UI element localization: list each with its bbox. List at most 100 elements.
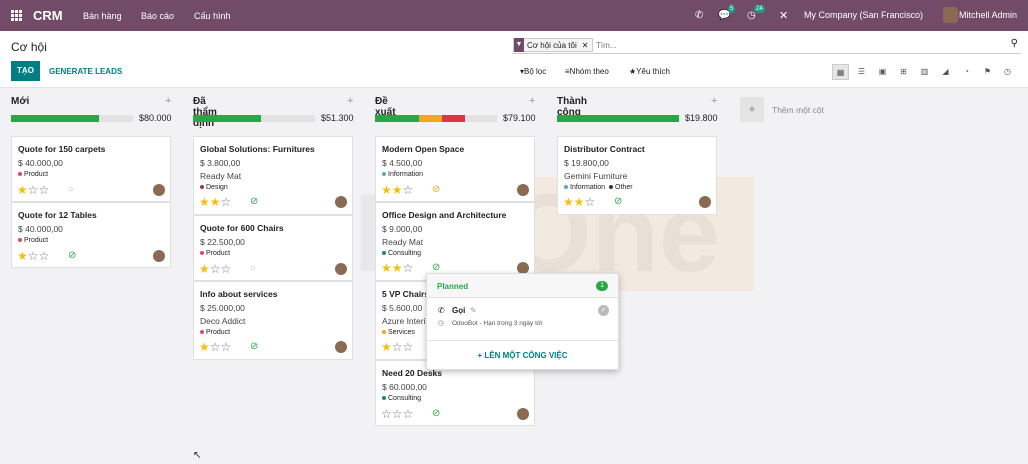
star-icon[interactable]: ☆ — [221, 195, 232, 209]
pivot-view-icon[interactable]: ⊞ — [895, 64, 912, 80]
activity-status-icon[interactable]: ⊘ — [250, 342, 258, 352]
phone-icon[interactable]: ✆ — [695, 10, 703, 21]
generate-leads-button[interactable]: GENERATE LEADS — [49, 67, 122, 76]
progress-segment[interactable] — [418, 115, 443, 122]
star-icon[interactable]: ☆ — [403, 340, 414, 354]
favorites-menu[interactable]: ★Yêu thích — [629, 67, 670, 76]
filter-menu[interactable]: ▾Bộ lọc — [520, 67, 546, 76]
priority-stars[interactable]: ★☆☆ — [17, 250, 49, 262]
progress-segment[interactable] — [375, 115, 419, 122]
column-add-icon[interactable]: + — [347, 95, 353, 107]
star-icon[interactable]: ☆ — [210, 340, 221, 354]
star-icon[interactable]: ☆ — [403, 407, 414, 421]
star-icon[interactable]: ★ — [381, 261, 392, 275]
opportunity-card[interactable]: Info about services $ 25.000,00 Deco Addic… — [193, 281, 353, 360]
app-menu-icon[interactable] — [11, 10, 22, 21]
dashboard-view-icon[interactable]: ◔ — [958, 64, 975, 80]
star-icon[interactable]: ☆ — [221, 262, 232, 276]
star-icon[interactable]: ☆ — [39, 249, 50, 263]
star-icon[interactable]: ☆ — [39, 183, 50, 197]
star-icon[interactable]: ☆ — [403, 183, 414, 197]
kanban-view-icon[interactable]: ▦ — [832, 64, 849, 80]
activity-status-icon[interactable]: ⊘ — [68, 251, 76, 261]
star-icon[interactable]: ★ — [392, 183, 403, 197]
progress-segment[interactable] — [193, 115, 262, 122]
column-add-icon[interactable]: + — [165, 95, 171, 107]
opportunity-card[interactable]: Global Solutions: Furnitures $ 3.800,00 Re… — [193, 136, 353, 215]
priority-stars[interactable]: ★★☆ — [381, 184, 413, 196]
activity-status-icon[interactable]: ⊘ — [250, 197, 258, 207]
priority-stars[interactable]: ★☆☆ — [199, 341, 231, 353]
star-icon[interactable]: ☆ — [28, 249, 39, 263]
activity-status-icon[interactable]: ○ — [68, 185, 74, 195]
add-column-button[interactable]: + — [740, 97, 764, 122]
priority-stars[interactable]: ★★☆ — [199, 196, 231, 208]
star-icon[interactable]: ☆ — [585, 195, 596, 209]
star-icon[interactable]: ★ — [210, 195, 221, 209]
menu-sales[interactable]: Bán hàng — [83, 11, 122, 21]
star-icon[interactable]: ★ — [574, 195, 585, 209]
mark-done-check-icon[interactable]: ✓ — [598, 305, 609, 316]
opportunity-card[interactable]: Modern Open Space $ 4.500,00 Information ★★… — [375, 136, 535, 202]
schedule-activity-button[interactable]: + LÊN MỘT CÔNG VIỆC — [427, 340, 618, 370]
create-button[interactable]: TẠO — [11, 61, 40, 81]
user-menu[interactable]: Mitchell Admin — [959, 10, 1017, 20]
graph-view-icon[interactable]: ▥ — [916, 64, 933, 80]
star-icon[interactable]: ☆ — [392, 340, 403, 354]
activity-status-icon[interactable]: ○ — [250, 264, 256, 274]
activity-status-icon[interactable]: ⊘ — [432, 263, 440, 273]
star-icon[interactable]: ★ — [563, 195, 574, 209]
progress-segment[interactable] — [442, 115, 466, 122]
opportunity-card[interactable]: Distributor Contract $ 19.800,00 Gemini Fu… — [557, 136, 717, 215]
company-switcher[interactable]: My Company (San Francisco) — [804, 10, 923, 20]
priority-stars[interactable]: ★☆☆ — [381, 341, 413, 353]
facet-remove-icon[interactable]: ✕ — [582, 41, 589, 50]
priority-stars[interactable]: ★★☆ — [563, 196, 595, 208]
star-icon[interactable]: ★ — [17, 183, 28, 197]
progress-segment[interactable] — [557, 115, 679, 122]
column-progress-bar[interactable] — [193, 115, 315, 122]
opportunity-card[interactable]: Quote for 12 Tables $ 40.000,00 Product ★☆☆… — [11, 202, 171, 268]
menu-reports[interactable]: Báo cáo — [141, 11, 174, 21]
star-icon[interactable]: ★ — [199, 195, 210, 209]
progress-segment[interactable] — [11, 115, 99, 122]
priority-stars[interactable]: ☆☆☆ — [381, 408, 413, 420]
activity-summary[interactable]: Gọi — [452, 306, 465, 315]
cohort-view-icon[interactable]: ◢ — [937, 64, 954, 80]
column-progress-bar[interactable] — [557, 115, 679, 122]
activity-view-icon[interactable]: ◷ — [999, 64, 1016, 80]
map-view-icon[interactable]: ⚑ — [979, 64, 996, 80]
calendar-view-icon[interactable]: ▣ — [874, 64, 891, 80]
menu-config[interactable]: Cấu hình — [194, 11, 231, 21]
priority-stars[interactable]: ★☆☆ — [17, 184, 49, 196]
column-progress-bar[interactable] — [11, 115, 133, 122]
star-icon[interactable]: ★ — [199, 340, 210, 354]
star-icon[interactable]: ☆ — [221, 340, 232, 354]
star-icon[interactable]: ★ — [392, 261, 403, 275]
priority-stars[interactable]: ★☆☆ — [199, 263, 231, 275]
star-icon[interactable]: ☆ — [403, 261, 414, 275]
opportunity-card[interactable]: Quote for 150 carpets $ 40.000,00 Product ★… — [11, 136, 171, 202]
search-input[interactable] — [596, 39, 996, 51]
groupby-menu[interactable]: ≡Nhóm theo — [565, 67, 609, 76]
list-view-icon[interactable]: ☰ — [853, 64, 870, 80]
star-icon[interactable]: ★ — [17, 249, 28, 263]
edit-pencil-icon[interactable]: ✎ — [470, 306, 477, 315]
opportunity-card[interactable]: Quote for 600 Chairs $ 22.500,00 Product ★☆… — [193, 215, 353, 281]
star-icon[interactable]: ★ — [199, 262, 210, 276]
activity-status-icon[interactable]: ⊘ — [432, 185, 440, 195]
star-icon[interactable]: ☆ — [210, 262, 221, 276]
search-icon[interactable]: ⚲ — [1011, 38, 1018, 49]
column-add-icon[interactable]: + — [711, 95, 717, 107]
star-icon[interactable]: ☆ — [381, 407, 392, 421]
search-facet[interactable]: ▼ Cơ hội của tôi ✕ — [513, 38, 594, 52]
activity-status-icon[interactable]: ⊘ — [432, 409, 440, 419]
column-progress-bar[interactable] — [375, 115, 497, 122]
app-name[interactable]: CRM — [33, 8, 63, 23]
user-avatar[interactable] — [943, 7, 958, 23]
star-icon[interactable]: ☆ — [392, 407, 403, 421]
column-add-icon[interactable]: + — [529, 95, 535, 107]
add-column-label[interactable]: Thêm một cột — [772, 105, 824, 115]
priority-stars[interactable]: ★★☆ — [381, 262, 413, 274]
star-icon[interactable]: ★ — [381, 340, 392, 354]
